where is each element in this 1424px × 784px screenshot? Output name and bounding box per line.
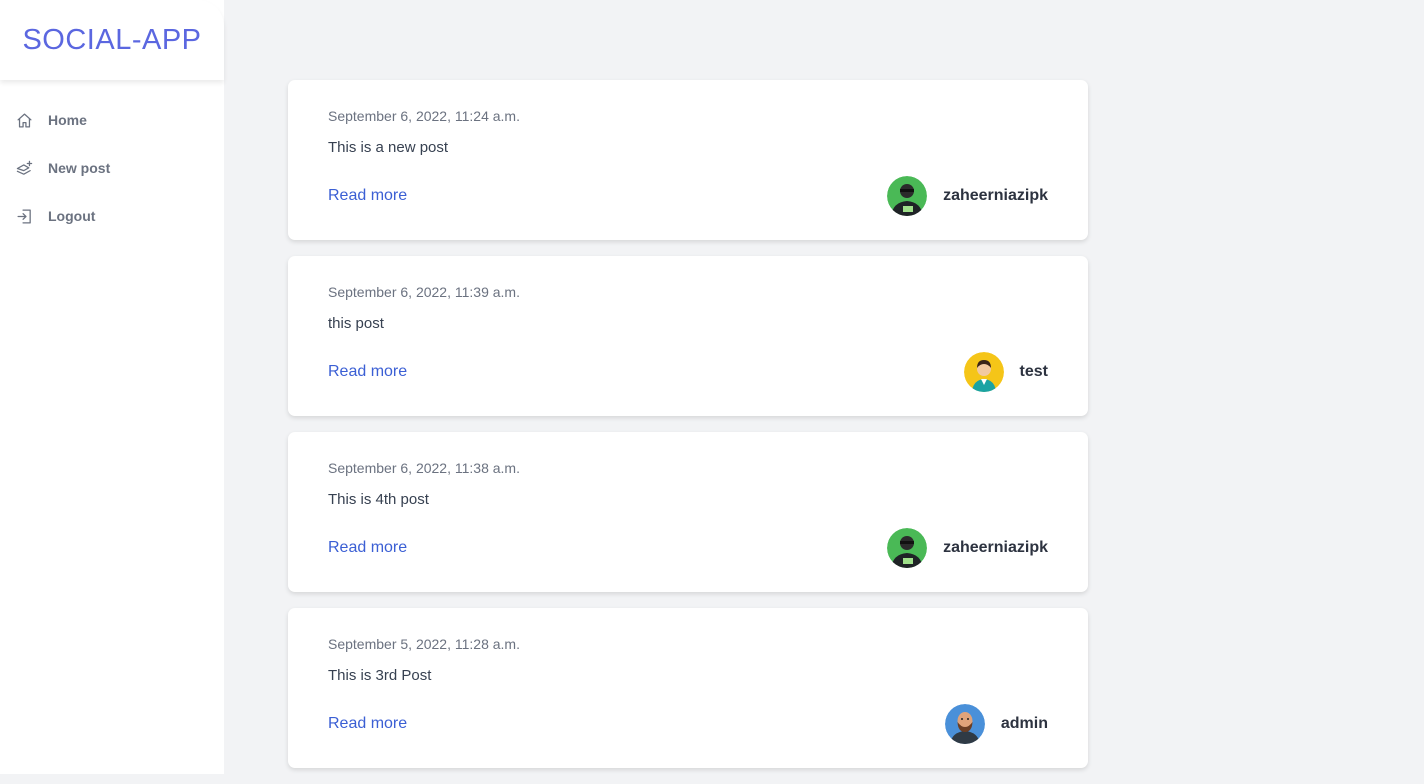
post-card: September 5, 2022, 11:28 a.m. This is 3r… xyxy=(288,608,1088,768)
post-body: This is 4th post xyxy=(328,491,429,508)
sidebar: SOCIAL-APP Home New post Logout xyxy=(0,0,224,774)
read-more-link[interactable]: Read more xyxy=(328,363,407,381)
layers-plus-icon xyxy=(16,160,33,177)
sidebar-nav: Home New post Logout xyxy=(0,96,224,240)
sidebar-item-new-post[interactable]: New post xyxy=(0,144,224,192)
read-more-link[interactable]: Read more xyxy=(328,187,407,205)
author-name: zaheerniazipk xyxy=(943,539,1048,556)
author-name: admin xyxy=(1000,715,1048,732)
post-author[interactable]: zaheerniazipk xyxy=(887,528,1048,568)
post-date: September 6, 2022, 11:38 a.m. xyxy=(328,460,520,476)
post-body: This is 3rd Post xyxy=(328,667,432,684)
avatar-man-green xyxy=(887,528,928,568)
app-title[interactable]: SOCIAL-APP xyxy=(22,24,201,57)
post-author[interactable]: admin xyxy=(944,704,1048,744)
post-body: This is a new post xyxy=(328,139,449,156)
post-author[interactable]: test xyxy=(963,352,1048,392)
avatar-bearded-blue xyxy=(944,704,985,744)
sidebar-item-label: Logout xyxy=(48,208,96,224)
post-card: September 6, 2022, 11:39 a.m. this post … xyxy=(288,256,1088,416)
post-card: September 6, 2022, 11:38 a.m. This is 4t… xyxy=(288,432,1088,592)
post-date: September 6, 2022, 11:24 a.m. xyxy=(328,108,520,124)
post-author[interactable]: zaheerniazipk xyxy=(887,176,1048,216)
post-date: September 5, 2022, 11:28 a.m. xyxy=(328,636,520,652)
read-more-link[interactable]: Read more xyxy=(328,539,407,557)
avatar-man-green xyxy=(887,176,928,216)
logout-icon xyxy=(16,208,33,225)
home-icon xyxy=(16,112,33,129)
sidebar-item-logout[interactable]: Logout xyxy=(0,192,224,240)
avatar-person-yellow xyxy=(963,352,1004,392)
post-feed: September 6, 2022, 11:24 a.m. This is a … xyxy=(288,80,1088,784)
brand-header: SOCIAL-APP xyxy=(0,0,224,80)
sidebar-item-label: New post xyxy=(48,160,111,176)
post-body: this post xyxy=(328,315,384,332)
author-name: zaheerniazipk xyxy=(943,187,1048,204)
post-date: September 6, 2022, 11:39 a.m. xyxy=(328,284,520,300)
read-more-link[interactable]: Read more xyxy=(328,715,407,733)
sidebar-item-label: Home xyxy=(48,112,87,128)
post-card: September 6, 2022, 11:24 a.m. This is a … xyxy=(288,80,1088,240)
sidebar-item-home[interactable]: Home xyxy=(0,96,224,144)
author-name: test xyxy=(1019,363,1048,380)
